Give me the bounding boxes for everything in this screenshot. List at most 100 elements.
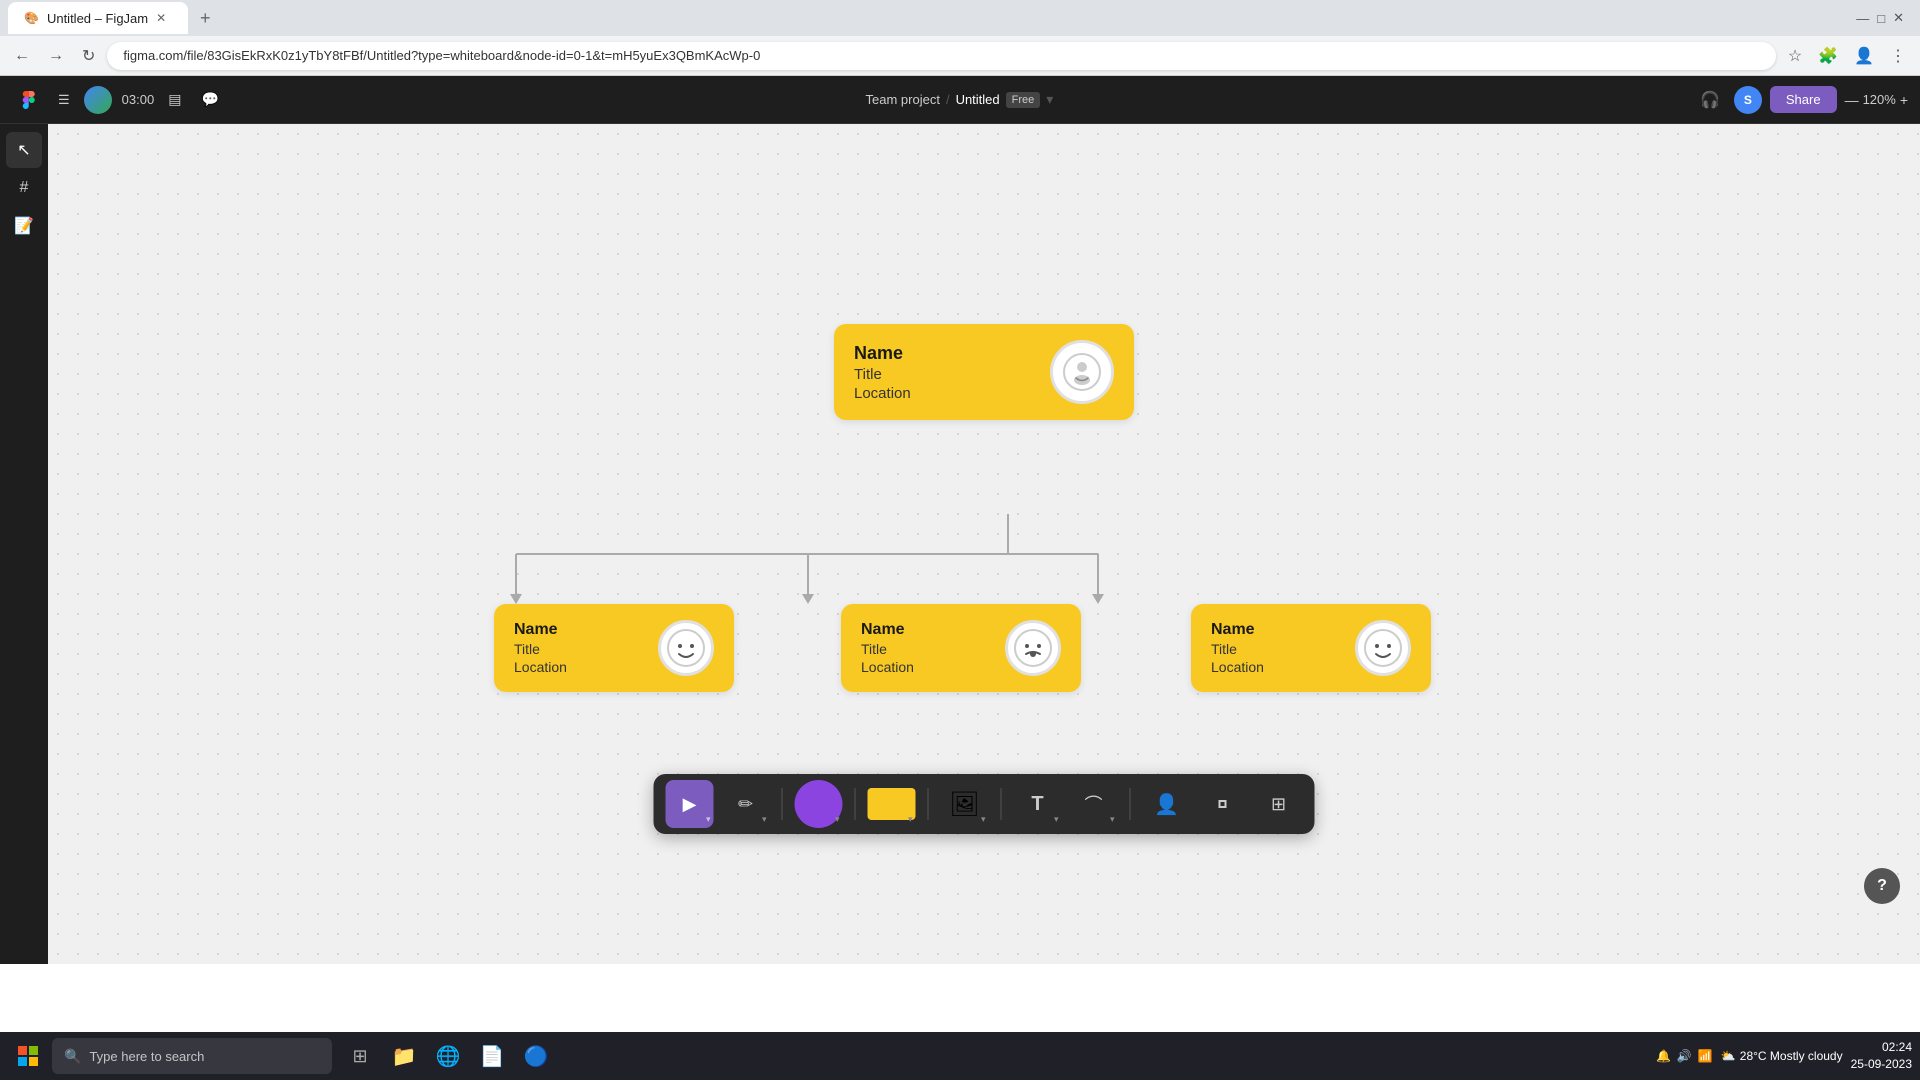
user-avatar[interactable]: S — [1734, 86, 1762, 114]
edge-icon: 🌐 — [436, 1044, 461, 1069]
child-right-name: Name — [1211, 621, 1264, 639]
address-bar[interactable] — [107, 42, 1775, 70]
volume-icon[interactable]: 🔊 — [1677, 1049, 1692, 1063]
weather-text: 28°C Mostly cloudy — [1740, 1049, 1843, 1063]
pen-toolbar-item[interactable]: ✏ ▾ — [722, 780, 770, 828]
table-toolbar-item[interactable]: ⊞ — [1255, 780, 1303, 828]
cursor-icon: ▶ — [683, 794, 697, 815]
new-tab-button[interactable]: + — [192, 4, 219, 33]
dropdown-chevron-icon[interactable]: ▾ — [1046, 91, 1053, 108]
frame-toolbar-item[interactable] — [1199, 780, 1247, 828]
extensions-button[interactable]: 🧩 — [1812, 42, 1844, 70]
window-maximize[interactable]: □ — [1877, 11, 1885, 26]
taskbar-search[interactable]: 🔍 Type here to search — [52, 1038, 332, 1074]
edge-app[interactable]: 🌐 — [428, 1036, 468, 1076]
user-avatar-small — [84, 86, 112, 114]
child-left-name: Name — [514, 621, 567, 639]
task-view-icon: ⊞ — [352, 1046, 367, 1067]
cursor-toolbar-item[interactable]: ▶ ▾ — [666, 780, 714, 828]
text-icon: T — [1031, 793, 1043, 816]
child-center-avatar — [1005, 620, 1061, 676]
child-left-title: Title — [514, 641, 567, 657]
timer-display: 03:00 — [122, 92, 155, 107]
taskbar: 🔍 Type here to search ⊞ 📁 🌐 📄 🔵 🔔 🔊 📶 ⛅ … — [0, 1032, 1920, 1080]
zoom-controls: — 120% + — [1845, 92, 1908, 108]
file-name: Untitled — [956, 92, 1000, 107]
person-toolbar-item[interactable]: 👤 — [1143, 780, 1191, 828]
browser-actions: ☆ 🧩 👤 ⋮ — [1782, 42, 1912, 70]
tab-bar: 🎨 Untitled – FigJam ✕ + — □ ✕ — [0, 0, 1920, 36]
breadcrumb-separator: / — [946, 92, 950, 107]
root-name: Name — [854, 343, 911, 364]
connector-toolbar-item[interactable]: ⌒ ▾ — [1070, 780, 1118, 828]
tab-close-button[interactable]: ✕ — [156, 11, 166, 25]
child-right-title: Title — [1211, 641, 1264, 657]
back-button[interactable]: ← — [8, 43, 36, 69]
root-card-info: Name Title Location — [854, 343, 911, 402]
child-card-right[interactable]: Name Title Location — [1191, 604, 1431, 692]
active-tab[interactable]: 🎨 Untitled – FigJam ✕ — [8, 2, 188, 34]
child-card-left[interactable]: Name Title Location — [494, 604, 734, 692]
menu-button[interactable]: ⋮ — [1884, 42, 1912, 70]
topbar-center: Team project / Untitled Free ▾ — [233, 91, 1686, 108]
connector-icon: ⌒ — [1085, 791, 1103, 817]
zoom-in-button[interactable]: + — [1900, 92, 1908, 108]
bookmark-button[interactable]: ☆ — [1782, 42, 1808, 70]
child-center-info: Name Title Location — [861, 621, 914, 675]
word-icon: 📄 — [480, 1044, 505, 1069]
child-right-avatar — [1355, 620, 1411, 676]
headphones-icon[interactable]: 🎧 — [1694, 86, 1726, 114]
connectors-svg — [48, 124, 1920, 964]
toolbar-divider-4 — [1001, 788, 1002, 820]
start-button[interactable] — [8, 1036, 48, 1076]
table-icon: ⊞ — [1271, 794, 1286, 815]
chrome-app[interactable]: 🔵 — [516, 1036, 556, 1076]
text-expand-icon: ▾ — [1054, 814, 1059, 825]
profile-button[interactable]: 👤 — [1848, 42, 1880, 70]
left-toolbar: ↖ # 📝 — [0, 124, 48, 964]
child-left-location: Location — [514, 659, 567, 675]
refresh-button[interactable]: ↻ — [76, 42, 101, 70]
forward-button[interactable]: → — [42, 43, 70, 69]
canvas-area[interactable]: Name Title Location — [48, 124, 1920, 964]
time-display: 02:24 — [1851, 1039, 1912, 1056]
figma-logo[interactable] — [12, 84, 44, 116]
clock: 02:24 25-09-2023 — [1851, 1039, 1912, 1073]
zoom-level: 120% — [1863, 92, 1896, 107]
window-close[interactable]: ✕ — [1893, 10, 1904, 26]
file-explorer-app[interactable]: 📁 — [384, 1036, 424, 1076]
sticker-icon: 🖼 — [949, 790, 979, 819]
date-display: 25-09-2023 — [1851, 1056, 1912, 1073]
word-app[interactable]: 📄 — [472, 1036, 512, 1076]
toolbar-divider-5 — [1130, 788, 1131, 820]
browser-chrome: 🎨 Untitled – FigJam ✕ + — □ ✕ ← → ↻ ☆ 🧩 … — [0, 0, 1920, 76]
pen-icon: ✏ — [738, 794, 753, 815]
root-card[interactable]: Name Title Location — [834, 324, 1134, 420]
zoom-out-button[interactable]: — — [1845, 92, 1859, 108]
board-view-button[interactable]: ▤ — [162, 87, 187, 112]
wifi-icon[interactable]: 📶 — [1698, 1049, 1713, 1063]
text-toolbar-item[interactable]: T ▾ — [1014, 780, 1062, 828]
window-minimize[interactable]: — — [1856, 11, 1869, 26]
network-icon[interactable]: 🔔 — [1656, 1049, 1671, 1063]
child-center-location: Location — [861, 659, 914, 675]
comment-button[interactable]: 💬 — [195, 87, 224, 112]
cursor-tool[interactable]: ↖ — [6, 132, 42, 168]
frame-tool[interactable]: # — [6, 170, 42, 206]
figma-menu-button[interactable]: ☰ — [52, 88, 76, 112]
taskbar-right: 🔔 🔊 📶 ⛅ 28°C Mostly cloudy 02:24 25-09-2… — [1656, 1039, 1912, 1073]
child-card-center[interactable]: Name Title Location — [841, 604, 1081, 692]
yellow-expand-icon: ▾ — [908, 814, 913, 825]
cursor-expand-icon: ▾ — [706, 814, 711, 825]
sticker-item[interactable]: 🖼 ▾ — [941, 780, 989, 828]
pen-expand-icon: ▾ — [762, 814, 767, 825]
task-view-button[interactable]: ⊞ — [340, 1036, 380, 1076]
shape-yellow-item[interactable]: ▾ — [868, 780, 916, 828]
shape-purple-item[interactable]: ▾ — [795, 780, 843, 828]
help-button[interactable]: ? — [1864, 868, 1900, 904]
note-tool[interactable]: 📝 — [6, 208, 42, 244]
child-center-title: Title — [861, 641, 914, 657]
connector-expand-icon: ▾ — [1110, 814, 1115, 825]
figma-body: ↖ # 📝 — [0, 124, 1920, 964]
share-button[interactable]: Share — [1770, 86, 1837, 113]
